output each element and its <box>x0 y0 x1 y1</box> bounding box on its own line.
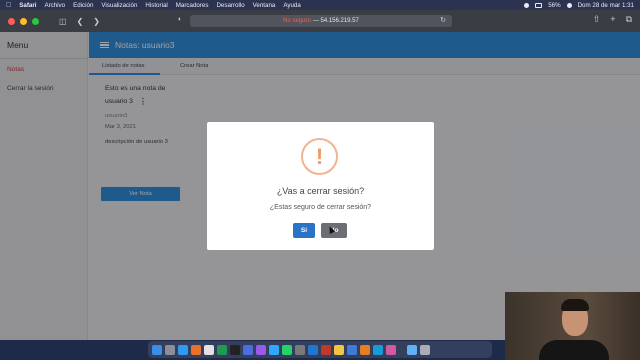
app-blue2-icon[interactable] <box>347 344 357 355</box>
back-icon[interactable]: ❮ <box>77 17 84 26</box>
minimize-window-icon[interactable] <box>20 17 27 25</box>
safari-icon[interactable] <box>178 344 188 355</box>
macos-menubar:  Safari Archivo Edición Visualización H… <box>0 0 640 10</box>
menu-desarrollo[interactable]: Desarrollo <box>216 2 244 9</box>
webcam-overlay <box>505 292 640 360</box>
dialog-title: ¿Vas a cerrar sesión? <box>276 186 365 196</box>
webcam-person-hair <box>561 299 589 311</box>
tab-overview-icon[interactable]: ⧉ <box>626 14 632 25</box>
vscode-icon[interactable] <box>308 344 318 355</box>
menu-archivo[interactable]: Archivo <box>44 2 65 9</box>
not-secure-warning: No seguro <box>283 18 311 24</box>
warning-icon: ! <box>301 138 338 175</box>
menu-historial[interactable]: Historial <box>145 2 167 9</box>
macos-dock <box>148 341 492 358</box>
menu-marcadores[interactable]: Marcadores <box>176 2 209 9</box>
url-host: — 54.156.219.57 <box>312 18 359 24</box>
battery-icon[interactable] <box>535 2 543 8</box>
app-gray-icon[interactable] <box>295 344 305 355</box>
logout-dialog: ! ¿Vas a cerrar sesión? ¿Estas seguro de… <box>207 122 434 250</box>
terminal-icon[interactable] <box>230 344 240 355</box>
status-area: 56% Dom 28 de mar 1:31 <box>524 2 634 9</box>
reload-icon[interactable]: ↻ <box>440 16 446 24</box>
app-lightblue-icon[interactable] <box>269 344 279 355</box>
downloads-folder-icon[interactable] <box>407 344 417 355</box>
firefox-icon[interactable] <box>191 344 201 355</box>
whatsapp-icon[interactable] <box>282 344 292 355</box>
sidebar-toggle-icon[interactable]: ◫ <box>59 17 67 26</box>
dialog-message: ¿Estas seguro de cerrar sesión? <box>269 204 372 211</box>
app-orange-icon[interactable] <box>360 344 370 355</box>
excel-icon[interactable] <box>217 344 227 355</box>
app-yellow-icon[interactable] <box>334 344 344 355</box>
finder-icon[interactable] <box>152 344 162 355</box>
warning-glyph: ! <box>315 143 324 169</box>
trash-icon[interactable] <box>420 344 430 355</box>
privacy-shield-icon[interactable]: ◐ <box>178 16 182 23</box>
battery-percent: 56% <box>548 1 561 9</box>
app-red-icon[interactable] <box>321 344 331 355</box>
app-cyan-icon[interactable] <box>373 344 383 355</box>
status-dot-icon[interactable] <box>524 2 530 8</box>
app-blue-icon[interactable] <box>243 344 253 355</box>
app-pink-icon[interactable] <box>386 344 396 355</box>
address-bar[interactable]: No seguro — 54.156.219.57 ↻ <box>190 15 452 27</box>
new-tab-icon[interactable]: + <box>610 14 615 25</box>
menu-edicion[interactable]: Edición <box>73 2 93 9</box>
webcam-person-body <box>539 340 609 360</box>
menu-visualizacion[interactable]: Visualización <box>101 2 137 9</box>
browser-toolbar: ◫ ❮ ❯ ◐ No seguro — 54.156.219.57 ↻ ⇧ + … <box>0 10 640 32</box>
apple-icon[interactable]:  <box>6 2 11 9</box>
window-controls <box>8 17 39 25</box>
app-purple-icon[interactable] <box>256 344 266 355</box>
menubar-clock[interactable]: Dom 28 de mar 1:31 <box>578 2 634 9</box>
wifi-icon[interactable] <box>566 2 572 8</box>
toolbar-right: ⇧ + ⧉ <box>593 14 632 25</box>
menu-ayuda[interactable]: Ayuda <box>283 2 300 9</box>
fullscreen-window-icon[interactable] <box>32 17 39 25</box>
forward-icon[interactable]: ❯ <box>93 17 100 26</box>
launchpad-icon[interactable] <box>165 344 175 355</box>
menu-ventana[interactable]: Ventana <box>253 2 276 9</box>
close-window-icon[interactable] <box>8 17 15 25</box>
share-icon[interactable]: ⇧ <box>593 14 601 25</box>
menu-app-name[interactable]: Safari <box>19 2 36 9</box>
confirm-logout-button[interactable]: Si <box>293 223 315 238</box>
chrome-icon[interactable] <box>204 344 214 355</box>
